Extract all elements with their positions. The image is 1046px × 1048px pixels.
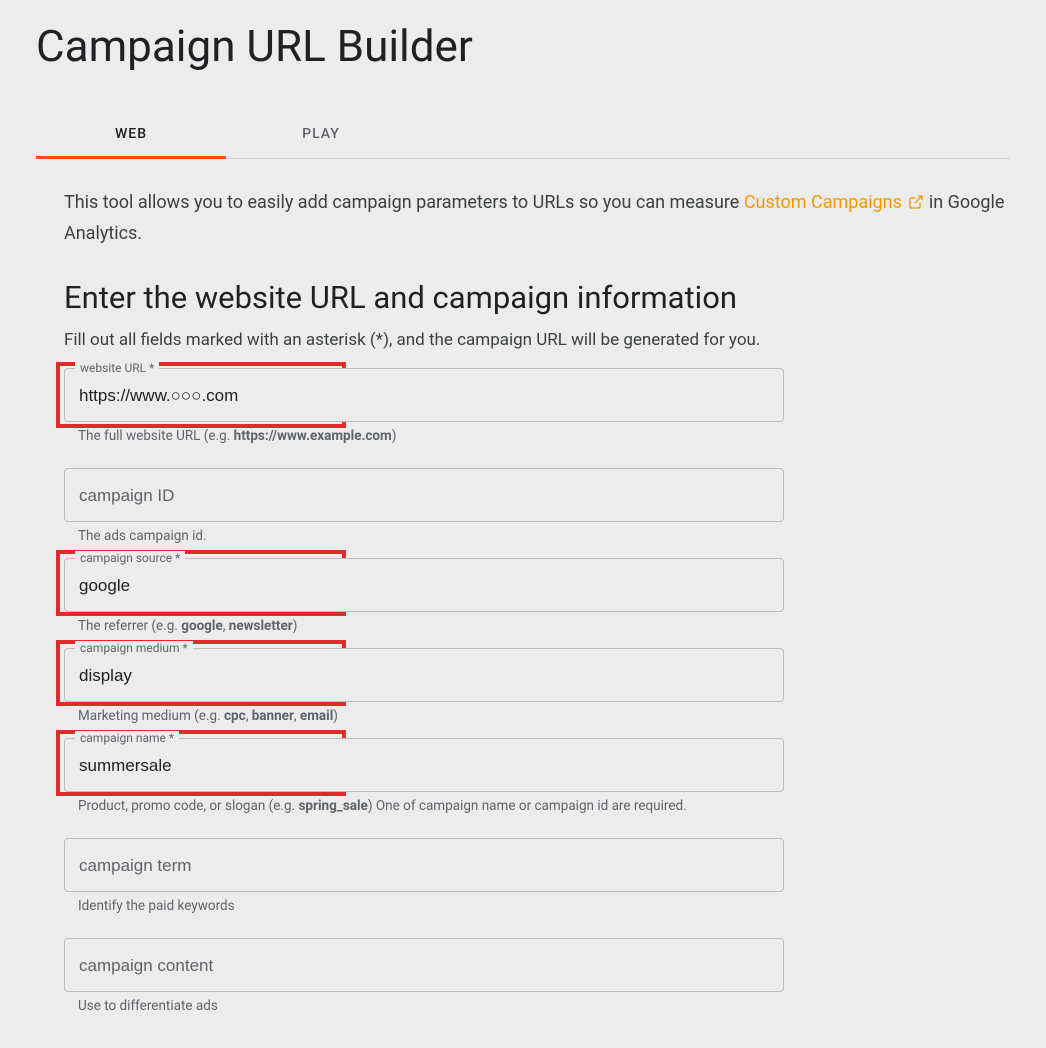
field-campaign-id — [64, 468, 784, 522]
input-campaign-medium[interactable] — [79, 666, 769, 686]
helper-campaign-term: Identify the paid keywords — [78, 898, 1010, 914]
tabs: WEB PLAY — [36, 112, 1010, 159]
tab-play[interactable]: PLAY — [226, 112, 416, 158]
custom-campaigns-link[interactable]: Custom Campaigns — [744, 192, 929, 213]
field-campaign-medium: メディア（必須） campaign medium * — [64, 648, 784, 702]
field-campaign-source: 参照元（必須） campaign source * — [64, 558, 784, 612]
helper-campaign-id: The ads campaign id. — [78, 528, 1010, 544]
intro-pre: This tool allows you to easily add campa… — [64, 192, 744, 213]
label-website-url: website URL * — [75, 361, 159, 375]
input-campaign-source[interactable] — [79, 576, 769, 596]
input-campaign-id[interactable] — [79, 486, 769, 506]
label-campaign-medium: campaign medium * — [75, 641, 193, 655]
helper-campaign-content: Use to differentiate ads — [78, 998, 1010, 1014]
field-campaign-term: キーワード（任意） — [64, 838, 784, 892]
external-link-icon — [908, 191, 924, 220]
input-campaign-name[interactable] — [79, 756, 769, 776]
tab-web[interactable]: WEB — [36, 112, 226, 159]
input-campaign-content[interactable] — [79, 956, 769, 976]
field-campaign-content: 広告コンテンツ（任意） — [64, 938, 784, 992]
page-title: Campaign URL Builder — [36, 20, 1010, 72]
helper-campaign-source: The referrer (e.g. google, newsletter) — [78, 618, 1010, 634]
input-campaign-term[interactable] — [79, 856, 769, 876]
helper-campaign-name: Product, promo code, or slogan (e.g. spr… — [78, 798, 1010, 814]
input-website-url[interactable] — [79, 386, 769, 406]
section-heading: Enter the website URL and campaign infor… — [64, 279, 1010, 316]
helper-campaign-medium: Marketing medium (e.g. cpc, banner, emai… — [78, 708, 1010, 724]
label-campaign-name: campaign name * — [75, 731, 179, 745]
intro-text: This tool allows you to easily add campa… — [64, 189, 1010, 249]
subinstruction: Fill out all fields marked with an aster… — [64, 330, 1010, 350]
field-campaign-name: キャンペーン（必須） campaign name * — [64, 738, 784, 792]
helper-website-url: The full website URL (e.g. https://www.e… — [78, 428, 1010, 444]
label-campaign-source: campaign source * — [75, 551, 185, 565]
field-website-url: WebサイトのURL（必須） website URL * — [64, 368, 784, 422]
